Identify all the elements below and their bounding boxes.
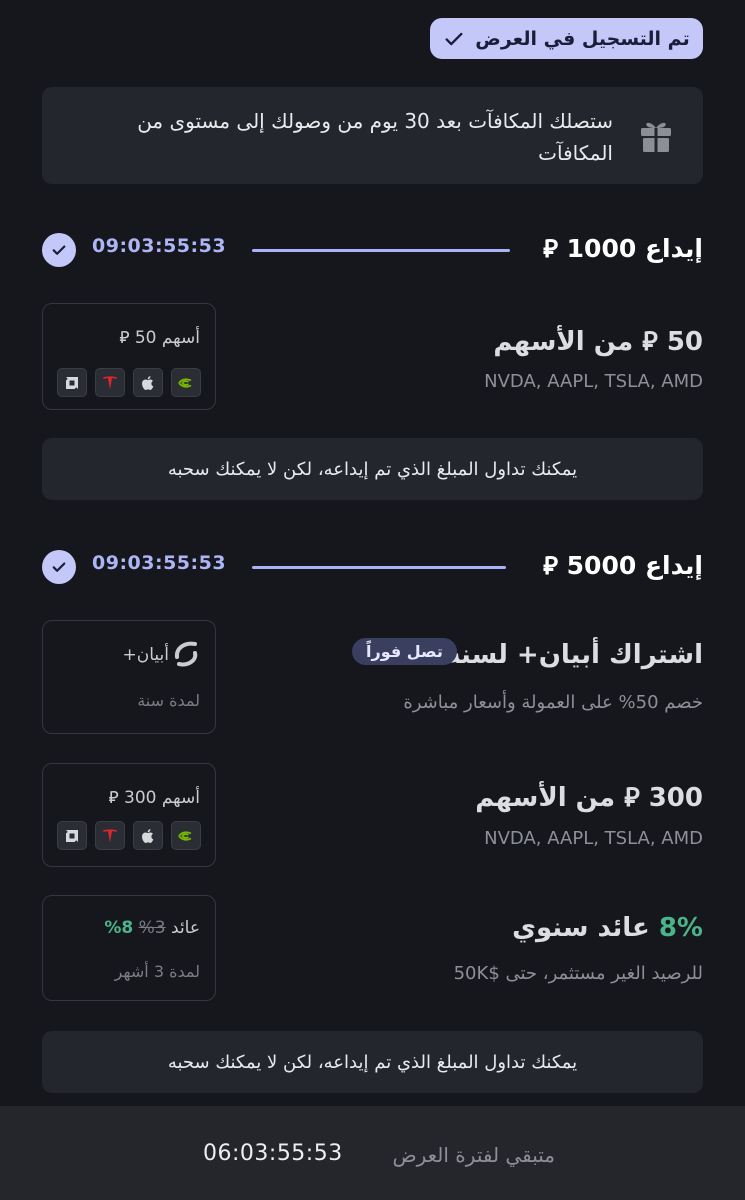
yield-value: 8% — [658, 913, 703, 943]
rewards-info-card: ستصلك المكافآت بعد 30 يوم من وصولك إلى م… — [42, 87, 703, 184]
reward-stocks-300: 300 ⃁ من الأسهم NVDA, AAPL, TSLA, AMD أس… — [42, 763, 703, 867]
withdraw-note: يمكنك تداول المبلغ الذي تم إيداعه، لكن ل… — [42, 438, 703, 500]
gift-icon — [641, 122, 671, 152]
offer-page: تم التسجيل في العرض ستصلك المكافآت بعد 3… — [0, 0, 745, 1200]
reward-title: 300 ⃁ من الأسهم — [475, 783, 703, 813]
tier-progress-line — [252, 566, 506, 569]
amd-logo-icon — [57, 368, 87, 397]
tesla-logo-icon — [95, 368, 125, 397]
remaining-label: متبقي لفترة العرض — [392, 1143, 555, 1167]
tier-timer: 09:03:55:53 — [92, 552, 227, 574]
reward-subtitle: NVDA, AAPL, TSLA, AMD — [484, 828, 703, 849]
subscription-card-duration: لمدة سنة — [137, 691, 200, 710]
abyan-logo-icon — [174, 641, 198, 667]
subscription-card-label: أبيان+ — [122, 645, 170, 665]
tier-complete-check — [42, 233, 76, 267]
stocks-card: أسهم 50 ⃁ — [42, 303, 216, 410]
apple-logo-icon — [133, 821, 163, 850]
amd-logo-icon — [57, 821, 87, 850]
stocks-card-label: أسهم 50 ⃁ — [119, 328, 200, 348]
tier-timer: 09:03:55:53 — [92, 235, 227, 257]
check-icon — [52, 245, 66, 255]
instant-delivery-pill: تصل فوراً — [352, 638, 457, 665]
yield-card: عائد 3% 8% لمدة 3 أشهر — [42, 895, 216, 1001]
apple-logo-icon — [133, 368, 163, 397]
nvidia-logo-icon — [171, 368, 201, 397]
reward-subtitle: خصم 50% على العمولة وأسعار مباشرة — [403, 692, 703, 713]
stocks-card: أسهم 300 ⃁ — [42, 763, 216, 867]
reward-title: اشتراك أبيان+ لسنة — [445, 640, 703, 670]
stock-logos — [57, 821, 201, 850]
registered-badge-label: تم التسجيل في العرض — [475, 27, 690, 50]
check-icon — [52, 562, 66, 572]
tier-progress-line — [252, 249, 510, 252]
reward-subtitle: للرصيد الغير مستثمر، حتى $50K — [453, 963, 703, 984]
yield-label: عائد سنوي — [512, 913, 650, 943]
reward-subscription: اشتراك أبيان+ لسنة تصل فوراً خصم 50% على… — [42, 620, 703, 734]
reward-title: 50 ⃁ من الأسهم — [493, 327, 703, 357]
subscription-card: أبيان+ لمدة سنة — [42, 620, 216, 734]
nvidia-logo-icon — [171, 821, 201, 850]
registered-badge: تم التسجيل في العرض — [430, 18, 703, 59]
stock-logos — [57, 368, 201, 397]
stocks-card-label: أسهم 300 ⃁ — [108, 788, 201, 808]
tier-5000-header: إيداع 5000 ⃁ 09:03:55:53 — [42, 549, 703, 585]
tier-complete-check — [42, 550, 76, 584]
tier-title: إيداع 5000 ⃁ — [543, 551, 703, 580]
tier-title: إيداع 1000 ⃁ — [543, 234, 703, 263]
remaining-timer: 06:03:55:53 — [203, 1141, 343, 1166]
yield-old-rate: 3% — [138, 918, 166, 938]
offer-countdown-bar: متبقي لفترة العرض 06:03:55:53 — [0, 1106, 745, 1200]
reward-title: 8% عائد سنوي — [512, 913, 703, 943]
tesla-logo-icon — [95, 821, 125, 850]
yield-card-label: عائد 3% 8% — [104, 918, 200, 938]
yield-new-rate: 8% — [104, 918, 134, 938]
withdraw-note: يمكنك تداول المبلغ الذي تم إيداعه، لكن ل… — [42, 1031, 703, 1093]
reward-annual-yield: 8% عائد سنوي للرصيد الغير مستثمر، حتى $5… — [42, 895, 703, 1001]
yield-card-title: عائد — [171, 918, 200, 938]
yield-card-duration: لمدة 3 أشهر — [114, 962, 200, 981]
reward-stocks-50: 50 ⃁ من الأسهم NVDA, AAPL, TSLA, AMD أسه… — [42, 303, 703, 410]
check-icon — [445, 32, 463, 45]
rewards-info-text: ستصلك المكافآت بعد 30 يوم من وصولك إلى م… — [137, 109, 613, 165]
tier-1000-header: إيداع 1000 ⃁ 09:03:55:53 — [42, 232, 703, 268]
reward-subtitle: NVDA, AAPL, TSLA, AMD — [484, 371, 703, 392]
